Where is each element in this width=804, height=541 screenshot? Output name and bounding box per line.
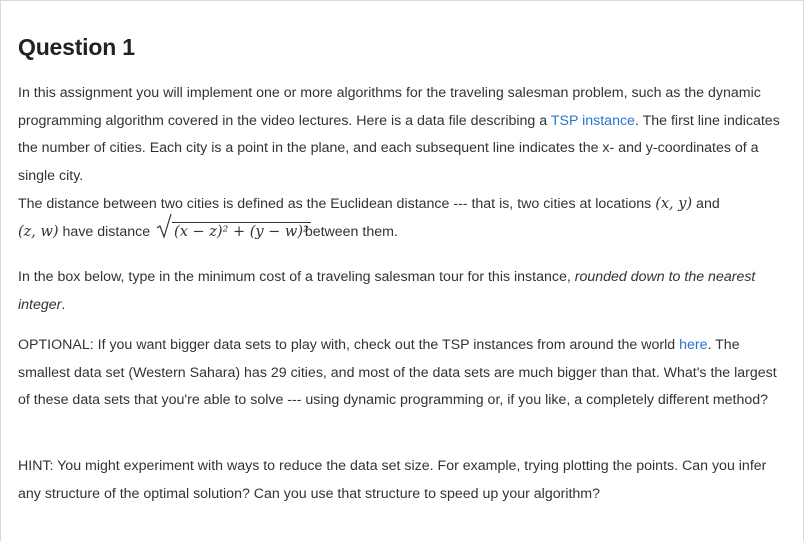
hint-section: HINT: You might experiment with ways to … (18, 458, 767, 502)
optional-text-1: OPTIONAL: If you want bigger data sets t… (18, 337, 680, 353)
tsp-instance-link[interactable]: TSP instance (551, 113, 635, 129)
here-link[interactable]: here (679, 337, 707, 353)
math-xy: (x, y) (655, 195, 693, 212)
distance-formula: (x − z)² + (y − w)² (156, 213, 311, 247)
distance-text-2: and (692, 195, 720, 212)
instructions-end: . (61, 296, 66, 313)
math-zw: (z, w) (18, 223, 59, 240)
assignment-description: In this assignment you will implement on… (18, 80, 790, 246)
square-root-icon (156, 213, 172, 239)
answer-instructions: In the box below, type in the minimum co… (18, 264, 790, 319)
distance-text-4: between them. (304, 223, 398, 240)
distance-text-1: The distance between two cities is defin… (18, 195, 656, 212)
distance-text-3: have distance (58, 223, 155, 240)
optional-section: OPTIONAL: If you want bigger data sets t… (18, 332, 790, 415)
question-title: Question 1 (18, 34, 135, 60)
distance-radicand: (x − z)² + (y − w)² (172, 221, 311, 240)
instructions-text: In the box below, type in the minimum co… (18, 269, 575, 285)
